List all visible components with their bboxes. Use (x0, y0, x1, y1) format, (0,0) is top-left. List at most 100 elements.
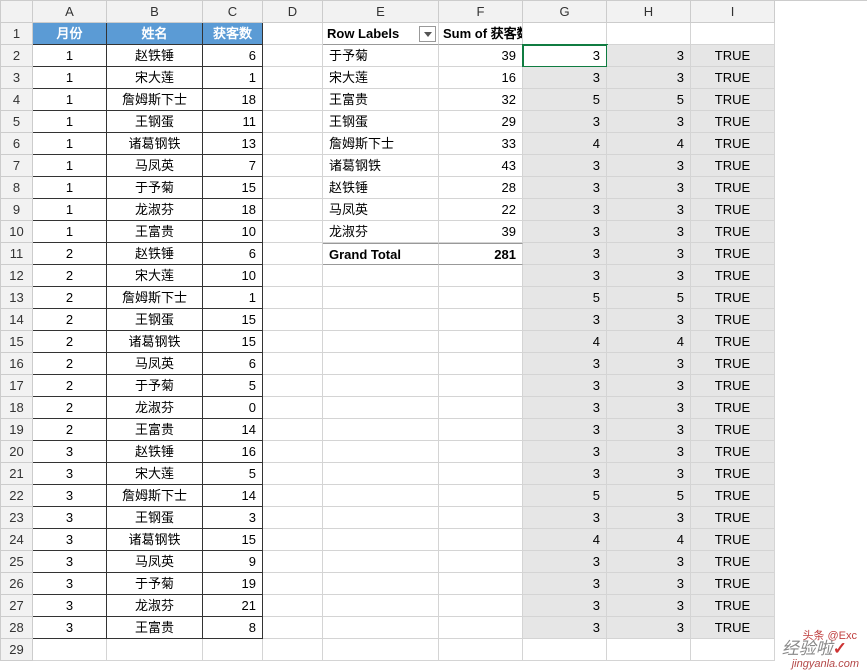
table-cell[interactable]: 2 (33, 419, 107, 441)
selection-cell[interactable]: 3 (523, 441, 607, 463)
table-cell[interactable]: 19 (203, 573, 263, 595)
selection-cell[interactable]: TRUE (691, 441, 775, 463)
cell-empty[interactable] (691, 23, 775, 45)
selection-cell[interactable]: 3 (523, 353, 607, 375)
row-header-5[interactable]: 5 (1, 111, 33, 133)
select-all-corner[interactable] (1, 1, 33, 23)
table-cell[interactable]: 15 (203, 529, 263, 551)
table-cell[interactable]: 2 (33, 375, 107, 397)
table-cell[interactable]: 3 (33, 441, 107, 463)
selection-cell[interactable]: 4 (523, 331, 607, 353)
selection-cell[interactable]: 3 (607, 397, 691, 419)
table-cell[interactable]: 15 (203, 331, 263, 353)
cell-empty[interactable] (263, 441, 323, 463)
selection-cell[interactable]: TRUE (691, 287, 775, 309)
table-cell[interactable]: 3 (33, 463, 107, 485)
pivot-row-value[interactable]: 29 (439, 111, 523, 133)
pivot-row-value[interactable]: 32 (439, 89, 523, 111)
pivot-row-label[interactable]: 马凤英 (323, 199, 439, 221)
cell-empty[interactable] (439, 551, 523, 573)
table-cell[interactable]: 1 (203, 287, 263, 309)
pivot-row-value[interactable]: 28 (439, 177, 523, 199)
selection-cell[interactable]: 3 (523, 309, 607, 331)
cell-empty[interactable] (323, 507, 439, 529)
cell-empty[interactable] (439, 529, 523, 551)
selection-cell[interactable]: 3 (607, 617, 691, 639)
table-cell[interactable]: 2 (33, 397, 107, 419)
cell-empty[interactable] (323, 573, 439, 595)
cell-empty[interactable] (323, 441, 439, 463)
cell-empty[interactable] (203, 639, 263, 661)
table-cell[interactable]: 2 (33, 287, 107, 309)
cell-empty[interactable] (107, 639, 203, 661)
selection-cell[interactable]: TRUE (691, 309, 775, 331)
selection-cell[interactable]: 3 (523, 265, 607, 287)
selection-cell[interactable]: 3 (523, 419, 607, 441)
row-header-18[interactable]: 18 (1, 397, 33, 419)
spreadsheet-grid[interactable]: ABCDEFGHI1月份姓名获客数Row LabelsSum of 获客数21赵… (0, 0, 867, 661)
table-cell[interactable]: 3 (33, 617, 107, 639)
row-header-17[interactable]: 17 (1, 375, 33, 397)
table-cell[interactable]: 龙淑芬 (107, 397, 203, 419)
cell-empty[interactable] (263, 111, 323, 133)
selection-cell[interactable]: TRUE (691, 265, 775, 287)
table-cell[interactable]: 13 (203, 133, 263, 155)
table-cell[interactable]: 马凤英 (107, 155, 203, 177)
table-cell[interactable]: 0 (203, 397, 263, 419)
table-cell[interactable]: 于予菊 (107, 375, 203, 397)
pivot-row-value[interactable]: 22 (439, 199, 523, 221)
cell-empty[interactable] (263, 485, 323, 507)
row-header-14[interactable]: 14 (1, 309, 33, 331)
table-cell[interactable]: 21 (203, 595, 263, 617)
table-cell[interactable]: 王富贵 (107, 221, 203, 243)
cell-empty[interactable] (263, 529, 323, 551)
selection-cell[interactable]: 3 (523, 463, 607, 485)
cell-empty[interactable] (607, 639, 691, 661)
table-cell[interactable]: 18 (203, 199, 263, 221)
cell-empty[interactable] (323, 287, 439, 309)
column-header-d[interactable]: D (263, 1, 323, 23)
table-cell[interactable]: 1 (203, 67, 263, 89)
column-header-b[interactable]: B (107, 1, 203, 23)
selection-cell[interactable]: TRUE (691, 331, 775, 353)
selection-cell[interactable]: 3 (523, 177, 607, 199)
selection-cell[interactable]: 3 (607, 45, 691, 67)
column-header-h[interactable]: H (607, 1, 691, 23)
table-cell[interactable]: 1 (33, 45, 107, 67)
selection-cell[interactable]: TRUE (691, 529, 775, 551)
cell-empty[interactable] (323, 529, 439, 551)
table-cell[interactable]: 马凤英 (107, 551, 203, 573)
selection-cell[interactable]: TRUE (691, 221, 775, 243)
selection-cell[interactable]: 3 (523, 507, 607, 529)
selection-cell[interactable]: 3 (523, 67, 607, 89)
table-cell[interactable]: 宋大莲 (107, 463, 203, 485)
pivot-row-value[interactable]: 39 (439, 45, 523, 67)
table-cell[interactable]: 宋大莲 (107, 67, 203, 89)
table-cell[interactable]: 3 (33, 485, 107, 507)
row-header-13[interactable]: 13 (1, 287, 33, 309)
selection-cell[interactable]: 3 (607, 177, 691, 199)
cell-empty[interactable] (263, 375, 323, 397)
table-cell[interactable]: 王富贵 (107, 617, 203, 639)
selection-cell[interactable]: 3 (607, 507, 691, 529)
table-cell[interactable]: 14 (203, 419, 263, 441)
cell-empty[interactable] (323, 595, 439, 617)
table-cell[interactable]: 宋大莲 (107, 265, 203, 287)
row-header-12[interactable]: 12 (1, 265, 33, 287)
table-cell[interactable]: 1 (33, 155, 107, 177)
cell-empty[interactable] (323, 265, 439, 287)
table-cell[interactable]: 2 (33, 309, 107, 331)
cell-empty[interactable] (323, 617, 439, 639)
cell-empty[interactable] (33, 639, 107, 661)
cell-empty[interactable] (439, 331, 523, 353)
selection-cell[interactable]: TRUE (691, 463, 775, 485)
selection-cell[interactable]: 5 (523, 485, 607, 507)
selection-cell[interactable]: TRUE (691, 595, 775, 617)
table-cell[interactable]: 6 (203, 45, 263, 67)
selection-cell[interactable]: 3 (607, 221, 691, 243)
table-cell[interactable]: 龙淑芬 (107, 199, 203, 221)
row-header-3[interactable]: 3 (1, 67, 33, 89)
selection-cell[interactable]: 5 (523, 89, 607, 111)
table-cell[interactable]: 詹姆斯下士 (107, 89, 203, 111)
cell-empty[interactable] (439, 397, 523, 419)
